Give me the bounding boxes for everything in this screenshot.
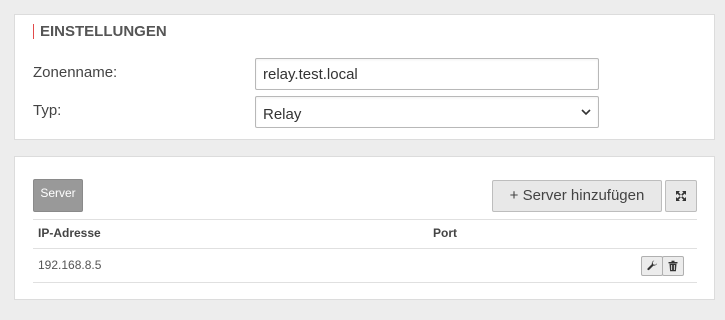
settings-panel: EINSTELLUNGEN Zonenname: Typ: Relay: [14, 14, 715, 140]
expand-button[interactable]: [665, 180, 697, 212]
table-divider: [33, 282, 697, 283]
expand-icon: [676, 191, 686, 201]
type-select[interactable]: Relay: [255, 96, 599, 128]
table-divider: [33, 248, 697, 249]
column-header-ip: IP-Adresse: [38, 226, 101, 240]
zone-name-input[interactable]: [255, 58, 599, 90]
column-header-port: Port: [433, 226, 457, 240]
edit-row-button[interactable]: [641, 256, 663, 276]
server-panel: Server + Server hinzufügen IP-Adresse Po…: [14, 156, 715, 300]
table-cell-ip: 192.168.8.5: [38, 258, 102, 272]
type-select-value: Relay: [263, 106, 302, 123]
add-server-button[interactable]: + Server hinzufügen: [492, 180, 662, 212]
tab-server[interactable]: Server: [33, 179, 83, 212]
wrench-icon: [647, 260, 657, 271]
section-title: EINSTELLUNGEN: [33, 24, 167, 39]
delete-row-button[interactable]: [662, 256, 684, 276]
table-divider: [33, 219, 697, 220]
chevron-down-icon: [581, 109, 591, 116]
type-label: Typ:: [33, 102, 62, 119]
trash-icon: [668, 260, 678, 272]
zone-name-label: Zonenname:: [33, 64, 118, 81]
